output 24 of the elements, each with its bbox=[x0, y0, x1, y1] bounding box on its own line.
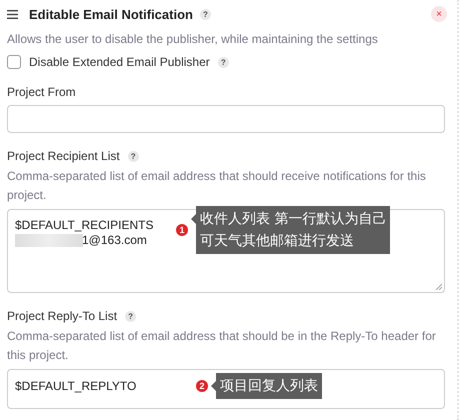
menu-icon[interactable] bbox=[7, 10, 18, 18]
text-area[interactable]: $DEFAULT_RECIPIENTS 1@163.com 1 收件人列表 第一行默认为自己 可天气其他邮箱进行发送 bbox=[7, 209, 445, 293]
field-label: Project Recipient List bbox=[7, 149, 120, 163]
annotation-number: 1 bbox=[176, 224, 188, 236]
field-label: Project Reply-To List bbox=[7, 309, 118, 323]
field-description: Comma-separated list of email address that should be in the Reply-To header for this project. bbox=[7, 328, 437, 364]
annotation-callout: 收件人列表 第一行默认为自己 可天气其他邮箱进行发送 bbox=[191, 206, 390, 254]
checkbox-label: Disable Extended Email Publisher bbox=[29, 55, 210, 69]
close-button[interactable]: × bbox=[431, 6, 447, 22]
help-icon[interactable]: ? bbox=[125, 310, 136, 322]
section-description: Allows the user to disable the publisher, while maintaining the settings bbox=[7, 31, 379, 48]
section-title: Editable Email Notification bbox=[29, 6, 193, 22]
input-field[interactable] bbox=[7, 105, 445, 133]
checkbox[interactable] bbox=[7, 55, 21, 69]
redaction-blur bbox=[15, 234, 83, 247]
field-description: Comma-separated list of email address that should receive notifications for this project. bbox=[7, 168, 427, 204]
field-label: Project From bbox=[7, 85, 76, 99]
input-field[interactable]: $DEFAULT_REPLYTO 2 项目回复人列表 bbox=[7, 369, 445, 409]
help-icon[interactable]: ? bbox=[200, 8, 211, 20]
resize-grip-icon[interactable] bbox=[435, 283, 442, 290]
annotation-callout: 项目回复人列表 bbox=[211, 373, 322, 399]
help-icon[interactable]: ? bbox=[128, 150, 139, 162]
annotation-number: 2 bbox=[196, 380, 208, 392]
help-icon[interactable]: ? bbox=[218, 56, 229, 68]
